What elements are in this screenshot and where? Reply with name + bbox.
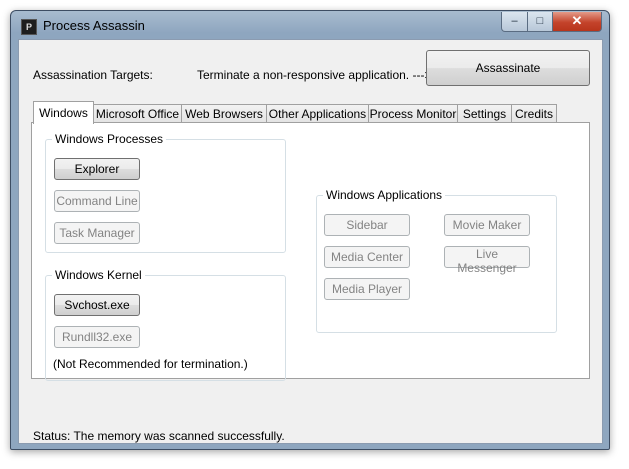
windows-tab-panel: Windows Processes Explorer Command Line … [31,122,590,381]
tab-settings[interactable]: Settings [457,104,512,123]
windows-applications-group: Windows Applications Sidebar Movie Maker… [316,188,557,333]
status-text: Status: The memory was scanned successfu… [33,429,285,443]
app-window: P Process Assassin – □ ✕ Assassination T… [10,10,610,450]
tab-microsoft-office[interactable]: Microsoft Office [93,104,182,123]
explorer-button[interactable]: Explorer [54,158,140,180]
targets-label: Assassination Targets: [33,68,153,82]
task-manager-button[interactable]: Task Manager [54,222,140,244]
tab-process-monitor[interactable]: Process Monitor [368,104,458,123]
rundll32-button[interactable]: Rundll32.exe [54,326,140,348]
app-icon: P [21,19,37,35]
assassinate-button[interactable]: Assassinate [426,50,590,86]
windows-kernel-title: Windows Kernel [52,268,145,282]
svchost-button[interactable]: Svchost.exe [54,294,140,316]
maximize-button[interactable]: □ [527,12,553,32]
kernel-warning-note: (Not Recommended for termination.) [53,357,248,371]
windows-processes-group: Windows Processes Explorer Command Line … [45,132,286,253]
media-player-button[interactable]: Media Player [324,278,410,300]
close-button[interactable]: ✕ [552,12,602,32]
sidebar-button[interactable]: Sidebar [324,214,410,236]
window-title: Process Assassin [43,18,145,33]
windows-applications-title: Windows Applications [323,188,446,202]
movie-maker-button[interactable]: Movie Maker [444,214,530,236]
tab-other-applications[interactable]: Other Applications [266,104,369,123]
client-area: Assassination Targets: Terminate a non-r… [18,39,603,444]
windows-processes-title: Windows Processes [52,132,167,146]
minimize-button[interactable]: – [501,12,528,32]
hint-text: Terminate a non-responsive application. … [197,68,432,82]
live-messenger-button[interactable]: Live Messenger [444,246,530,275]
tab-web-browsers[interactable]: Web Browsers [181,104,267,123]
tab-windows[interactable]: Windows [33,101,94,124]
command-line-button[interactable]: Command Line [54,190,140,212]
tab-credits[interactable]: Credits [511,104,557,123]
media-center-button[interactable]: Media Center [324,246,410,268]
title-bar[interactable]: P Process Assassin – □ ✕ [11,11,609,41]
windows-kernel-group: Windows Kernel Svchost.exe Rundll32.exe … [45,268,286,381]
